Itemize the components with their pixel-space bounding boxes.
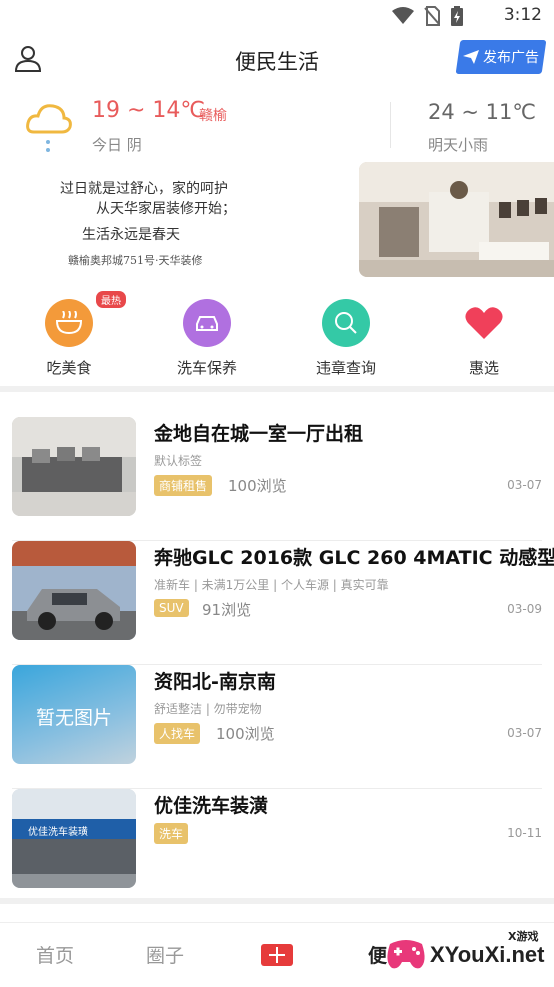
list-item[interactable]: 暂无图片 资阳北-南京南 舒适整洁 | 勿带宠物 人找车 100浏览 03-07 (12, 665, 542, 789)
section-divider (0, 386, 554, 392)
car-icon (183, 299, 231, 347)
weather-divider (390, 102, 391, 148)
banner-line: 过日就是过舒心，家的呵护 (60, 181, 228, 197)
tab-circle[interactable]: 圈子 (146, 941, 184, 968)
listing-tag: 人找车 (154, 723, 201, 744)
listing-thumbnail: 暂无图片 (12, 665, 136, 764)
quick-nav-label: 惠选 (468, 359, 499, 377)
site-watermark: X游戏 XYouXi.net (384, 924, 554, 986)
quick-nav-violation[interactable]: 违章查询 (286, 292, 406, 378)
listing-views: 91浏览 (202, 601, 252, 619)
banner-line: 生活永远是春天 (82, 227, 180, 243)
listing-tag: SUV (154, 599, 189, 617)
listing-title: 优佳洗车装潢 (154, 795, 269, 817)
section-divider (0, 898, 554, 904)
list-item[interactable]: 金地自在城一室一厅出租 默认标签 商铺租售 100浏览 03-07 (12, 417, 542, 541)
tab-home[interactable]: 首页 (36, 941, 74, 968)
ad-banner[interactable]: 过日就是过舒心，家的呵护 从天华家居装修开始； 生活永远是春天 赣榆奥邦城751… (0, 162, 554, 278)
listing-thumbnail: 优佳洗车装璜 (12, 789, 136, 888)
list-item[interactable]: 奔驰GLC 2016款 GLC 260 4MATIC 动感型 准新车 | 未满1… (12, 541, 554, 665)
list-item[interactable]: 优佳洗车装璜 优佳洗车装潢 洗车 10-11 (12, 789, 542, 913)
status-time: 3:12 (503, 5, 542, 25)
listing-views: 100浏览 (228, 477, 287, 495)
heart-icon (460, 299, 508, 347)
battery-icon (451, 6, 463, 26)
listing-date: 03-07 (507, 478, 542, 492)
no-image-text: 暂无图片 (35, 707, 112, 729)
status-bar: 3:12 (0, 0, 554, 32)
listing-title: 金地自在城一室一厅出租 (154, 423, 364, 445)
shop-sign-text: 优佳洗车装璜 (28, 827, 88, 838)
listing-views: 100浏览 (216, 725, 275, 743)
banner-photo (359, 162, 554, 277)
listing-title: 资阳北-南京南 (154, 671, 276, 693)
post-ad-label: 发布广告 (483, 50, 539, 66)
tomorrow-weather-desc: 明天小雨 (428, 136, 489, 154)
wifi-icon (392, 7, 414, 24)
quick-nav-label: 吃美食 (46, 359, 92, 377)
listing-tag: 洗车 (154, 823, 189, 844)
listing-thumbnail (12, 541, 136, 640)
send-icon (463, 50, 479, 64)
listing-date: 03-07 (507, 726, 542, 740)
tomorrow-temperature: 24 ~ 11℃ (428, 100, 536, 124)
no-sim-icon (424, 6, 440, 26)
cloudy-weather-icon (26, 98, 72, 162)
banner-line: 从天华家居装修开始； (96, 201, 236, 217)
post-ad-button[interactable]: 发布广告 (455, 40, 547, 74)
quick-nav-food[interactable]: 最热 吃美食 (9, 291, 129, 378)
listing-subtitle: 舒适整洁 | 勿带宠物 (154, 702, 262, 716)
city-name: 赣榆 (199, 108, 227, 124)
quick-nav-label: 违章查询 (315, 359, 376, 377)
today-temperature: 19 ~ 14℃ (92, 98, 206, 123)
quick-nav: 最热 吃美食 洗车保养 违章查询 惠选 (0, 291, 554, 382)
quick-nav-carwash[interactable]: 洗车保养 (147, 292, 267, 378)
listing-tag: 商铺租售 (154, 475, 213, 496)
listing-subtitle: 默认标签 (154, 454, 203, 468)
hot-badge: 最热 (96, 291, 126, 308)
quick-nav-deals[interactable]: 惠选 (424, 292, 544, 378)
listing-date: 10-11 (507, 826, 542, 840)
today-weather-desc: 今日 阴 (92, 136, 142, 154)
app-header: 便民生活 发布广告 (0, 34, 554, 86)
bowl-icon (45, 299, 93, 347)
listing-thumbnail (12, 417, 136, 516)
listing-subtitle: 准新车 | 未满1万公里 | 个人车源 | 真实可靠 (154, 578, 389, 592)
quick-nav-label: 洗车保养 (176, 359, 237, 377)
watermark-brand: XYouXi.net (430, 942, 545, 967)
banner-address: 赣榆奥邦城751号·天华装修 (68, 254, 203, 267)
search-icon (322, 299, 370, 347)
listing-title: 奔驰GLC 2016款 GLC 260 4MATIC 动感型 (154, 547, 554, 569)
weather-panel[interactable]: 19 ~ 14℃ 赣榆 今日 阴 24 ~ 11℃ 明天小雨 (0, 90, 554, 162)
gamepad-logo-icon (387, 940, 425, 969)
add-post-button[interactable] (261, 944, 293, 966)
listing-date: 03-09 (507, 602, 542, 616)
